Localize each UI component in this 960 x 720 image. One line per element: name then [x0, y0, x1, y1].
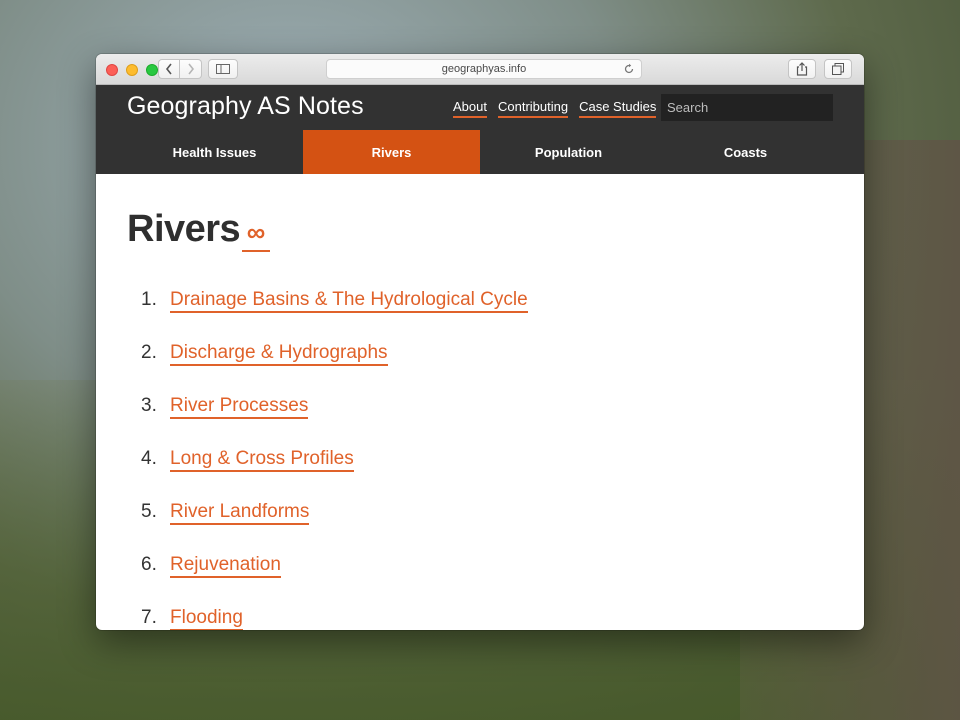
list-item: 5. River Landforms: [141, 501, 528, 554]
sidebar-toggle-button[interactable]: [208, 59, 238, 79]
history-nav: [158, 59, 202, 79]
long-cross-profiles-link[interactable]: Long & Cross Profiles: [170, 448, 354, 472]
list-item: 2. Discharge & Hydrographs: [141, 342, 528, 395]
reload-icon[interactable]: [623, 63, 635, 75]
case-studies-link[interactable]: Case Studies: [579, 99, 657, 118]
tab-coasts[interactable]: Coasts: [657, 130, 834, 174]
discharge-hydrographs-link[interactable]: Discharge & Hydrographs: [170, 342, 388, 366]
river-processes-link[interactable]: River Processes: [170, 395, 309, 419]
list-item: 7. Flooding: [141, 607, 528, 630]
item-number: 6.: [141, 554, 157, 575]
share-button[interactable]: [788, 59, 816, 79]
close-window-button[interactable]: [106, 64, 118, 76]
list-item: 6. Rejuvenation: [141, 554, 528, 607]
chevron-left-icon: [165, 63, 172, 75]
list-item: 1. Drainage Basins & The Hydrological Cy…: [141, 289, 528, 342]
topic-list: 1. Drainage Basins & The Hydrological Cy…: [141, 289, 528, 630]
topic-tabs: Health Issues Rivers Population Coasts: [96, 130, 864, 174]
back-button[interactable]: [158, 59, 180, 79]
address-bar[interactable]: geographyas.info: [326, 59, 642, 79]
sidebar-icon: [216, 64, 230, 74]
share-icon: [796, 62, 808, 76]
rejuvenation-link[interactable]: Rejuvenation: [170, 554, 281, 578]
browser-toolbar: geographyas.info: [96, 54, 864, 85]
window-controls: [106, 64, 158, 76]
river-landforms-link[interactable]: River Landforms: [170, 501, 310, 525]
url-text: geographyas.info: [441, 63, 527, 75]
site-header: Geography AS Notes About Contributing Ca…: [96, 85, 864, 130]
about-link[interactable]: About: [453, 99, 487, 118]
site-title[interactable]: Geography AS Notes: [127, 92, 364, 121]
browser-window: geographyas.info Geography AS Notes Abou…: [96, 54, 864, 630]
tab-population[interactable]: Population: [480, 130, 657, 174]
permalink-icon[interactable]: ∞: [242, 214, 270, 252]
item-number: 1.: [141, 289, 157, 310]
list-item: 3. River Processes: [141, 395, 528, 448]
item-number: 5.: [141, 501, 157, 522]
fullscreen-window-button[interactable]: [146, 64, 158, 76]
item-number: 7.: [141, 607, 157, 628]
page-title: Rivers: [127, 208, 241, 250]
tab-rivers[interactable]: Rivers: [303, 130, 480, 174]
tabs-icon: [832, 63, 844, 75]
search-input[interactable]: [661, 94, 833, 121]
item-number: 4.: [141, 448, 157, 469]
item-number: 2.: [141, 342, 157, 363]
minimize-window-button[interactable]: [126, 64, 138, 76]
item-number: 3.: [141, 395, 157, 416]
top-links: About Contributing Case Studies: [453, 99, 657, 118]
tab-overview-button[interactable]: [824, 59, 852, 79]
flooding-link[interactable]: Flooding: [170, 607, 243, 630]
chevron-right-icon: [187, 63, 194, 75]
drainage-basins-link[interactable]: Drainage Basins & The Hydrological Cycle: [170, 289, 528, 313]
forward-button[interactable]: [180, 59, 202, 79]
list-item: 4. Long & Cross Profiles: [141, 448, 528, 501]
tab-health-issues[interactable]: Health Issues: [126, 130, 303, 174]
contributing-link[interactable]: Contributing: [497, 99, 569, 118]
